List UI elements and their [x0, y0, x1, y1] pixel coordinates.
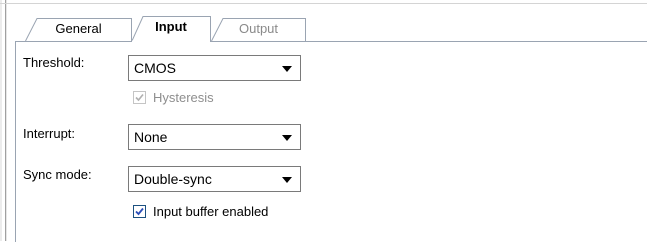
threshold-label: Threshold: [23, 55, 85, 70]
tab-output-label: Output [238, 21, 279, 36]
sync-mode-label: Sync mode: [23, 167, 92, 182]
threshold-select[interactable]: CMOS [128, 55, 301, 81]
interrupt-label: Interrupt: [23, 126, 76, 141]
dropdown-arrow-icon [282, 177, 292, 183]
interrupt-value: None [134, 129, 168, 145]
input-buffer-label: Input buffer enabled [153, 204, 269, 219]
tab-output[interactable]: Output [211, 18, 306, 41]
sync-mode-select[interactable]: Double-sync [128, 166, 301, 192]
tab-input-label: Input [155, 19, 187, 34]
threshold-value: CMOS [134, 60, 176, 76]
hysteresis-label: Hysteresis [153, 90, 214, 105]
window-edge [0, 0, 2, 241]
checkmark-icon [135, 207, 144, 216]
left-border-highlight [6, 0, 7, 241]
sync-mode-value: Double-sync [134, 171, 212, 187]
dropdown-arrow-icon [282, 135, 292, 141]
interrupt-select[interactable]: None [128, 124, 301, 150]
tab-general[interactable]: General [25, 18, 132, 41]
tab-input[interactable]: Input [131, 16, 211, 42]
tab-general-label: General [55, 21, 102, 36]
hysteresis-checkbox [133, 91, 146, 104]
checkmark-icon [135, 93, 144, 102]
tab-content-panel [15, 41, 647, 242]
input-buffer-checkbox[interactable] [133, 205, 146, 218]
top-divider [0, 3, 647, 4]
dropdown-arrow-icon [282, 66, 292, 72]
